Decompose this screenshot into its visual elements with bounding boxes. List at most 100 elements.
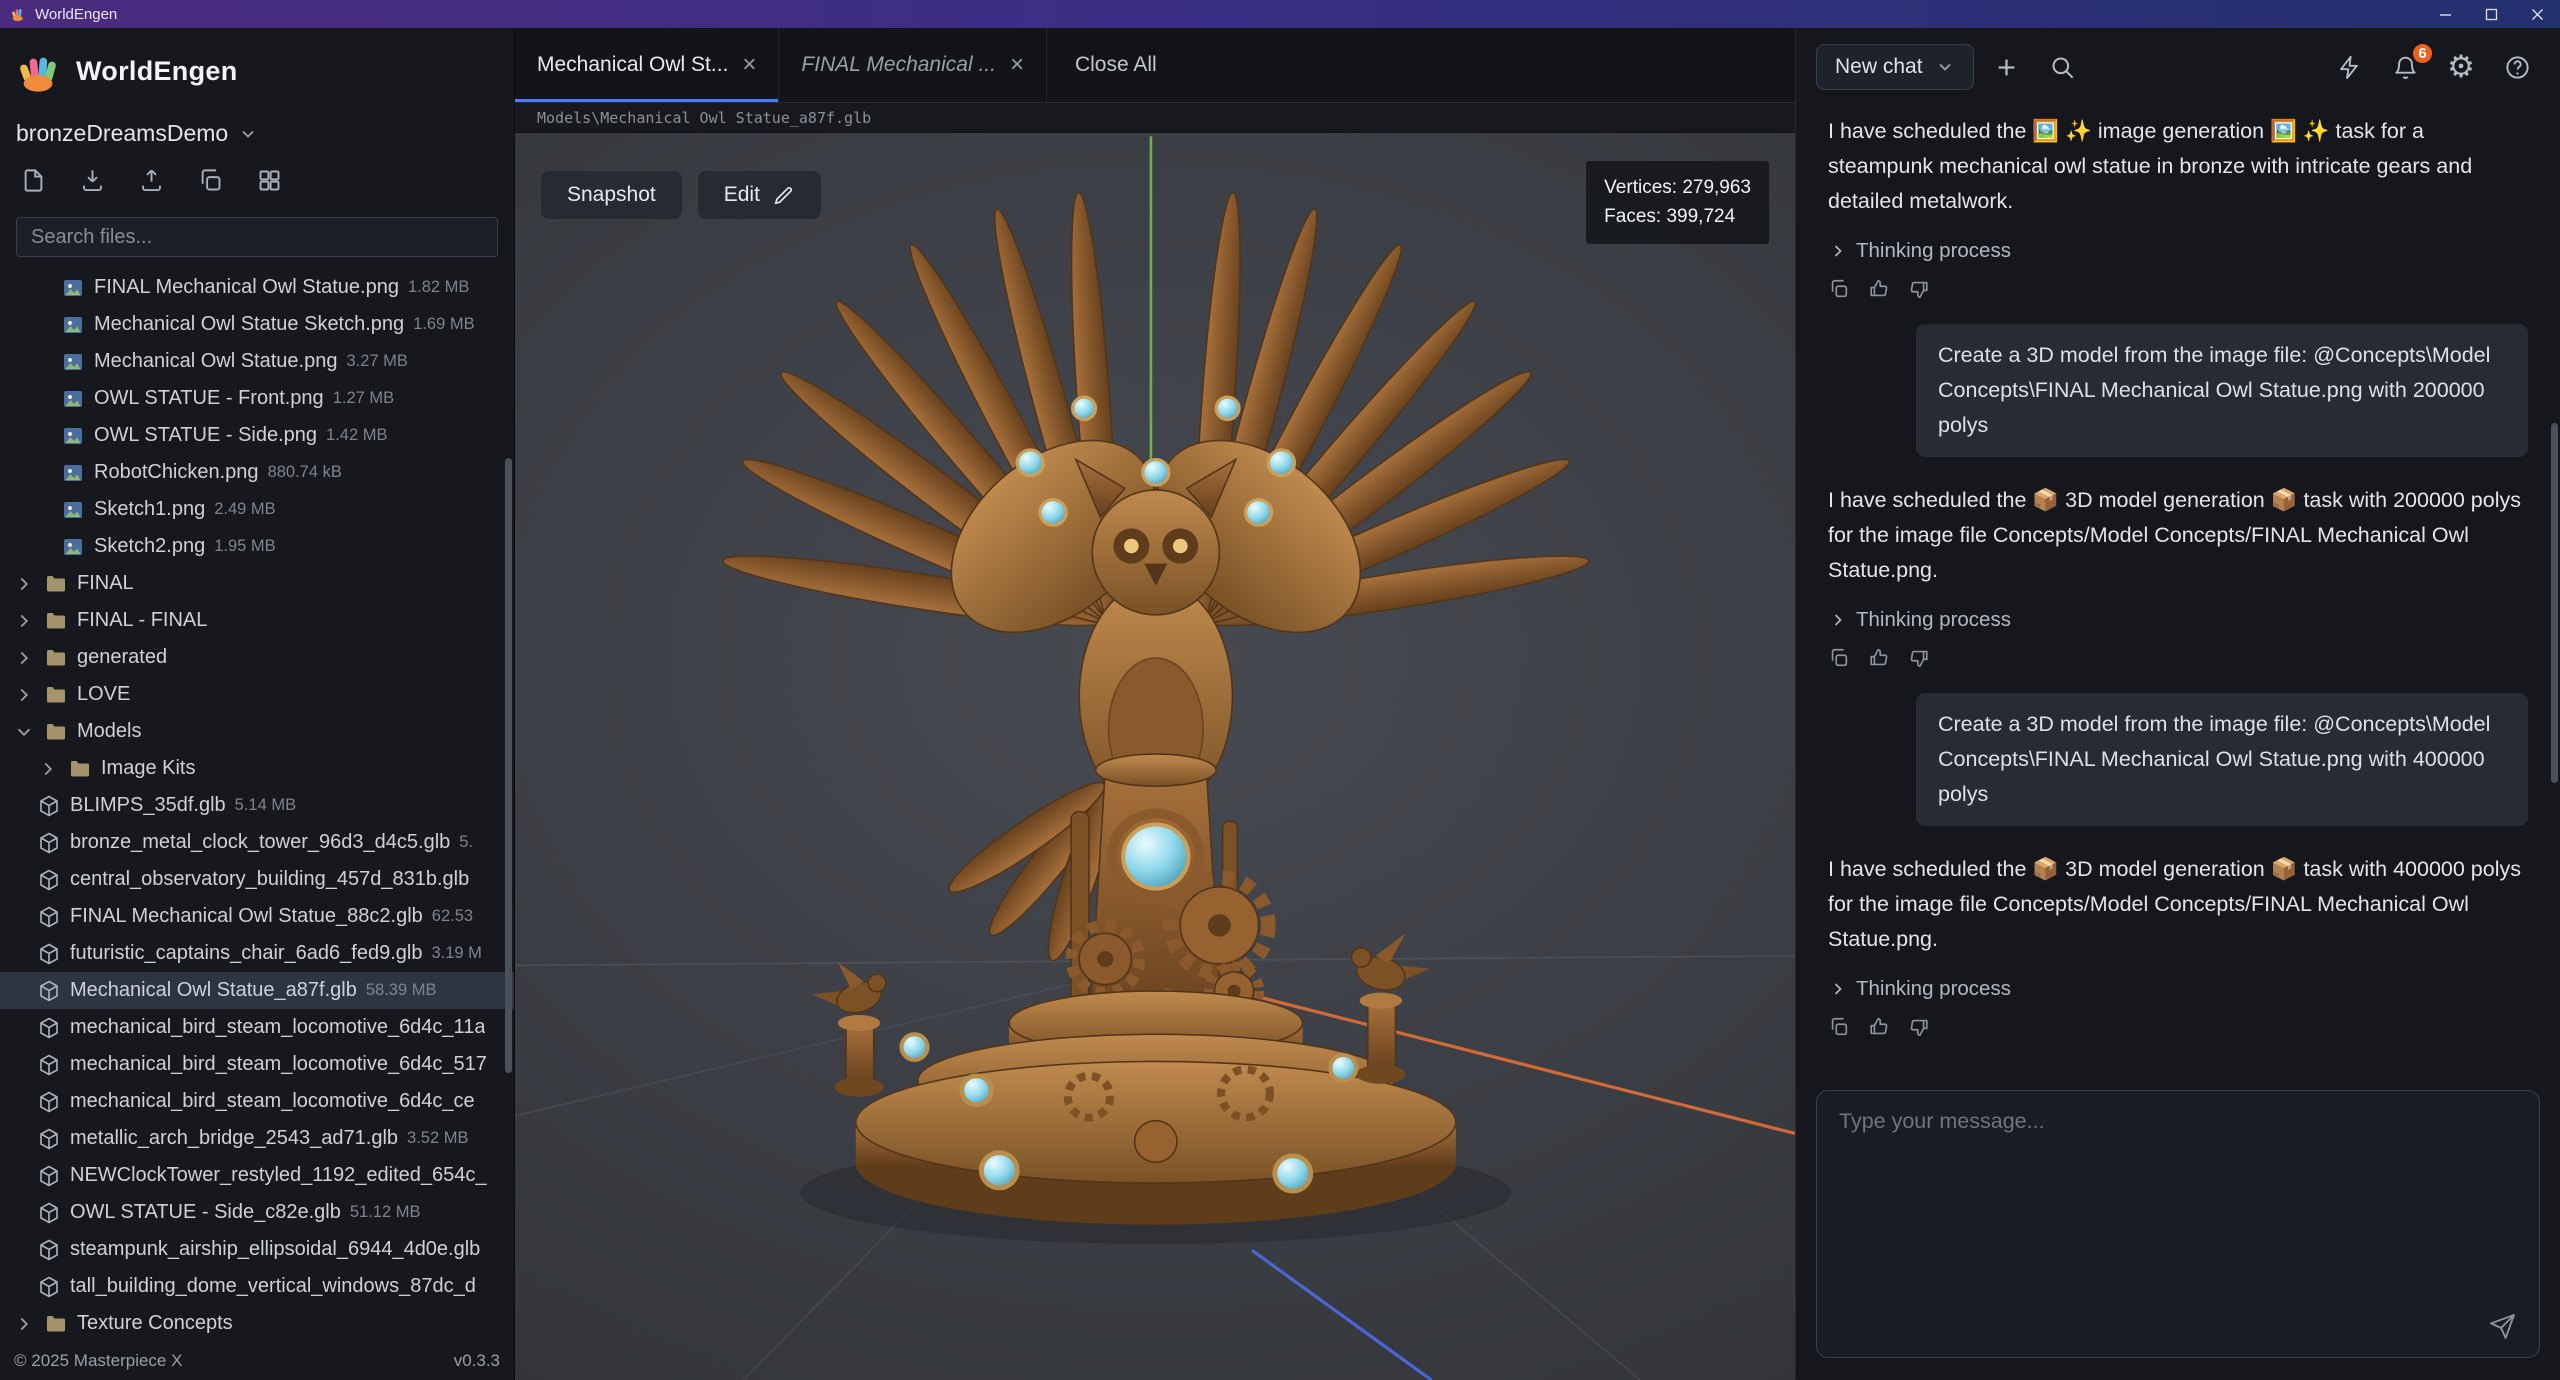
folder-icon [44,1312,68,1336]
model-file-icon [37,1164,61,1188]
file-row[interactable]: RobotChicken.png880.74 kB [0,454,514,491]
copy-icon[interactable] [1828,1016,1850,1038]
project-selector[interactable]: bronzeDreamsDemo [16,120,498,147]
minimize-button[interactable] [2422,0,2468,28]
send-button[interactable] [2482,1311,2523,1345]
file-row[interactable]: central_observatory_building_457d_831b.g… [0,861,514,898]
file-row[interactable]: mechanical_bird_steam_locomotive_6d4c_11… [0,1009,514,1046]
chevron-right-icon [13,1313,35,1335]
message-input[interactable] [1817,1091,2539,1357]
model-file-icon [37,1238,61,1262]
file-row[interactable]: Sketch1.png2.49 MB [0,491,514,528]
thumbs-up-icon[interactable] [1868,1016,1890,1038]
file-row[interactable]: mechanical_bird_steam_locomotive_6d4c_51… [0,1046,514,1083]
thinking-process-toggle[interactable]: Thinking process [1828,971,2528,1006]
notification-badge: 6 [2410,41,2435,66]
file-tree: FINAL Mechanical Owl Statue.png1.82 MBMe… [0,269,514,1342]
chevron-right-icon [37,758,59,780]
file-row[interactable]: Mechanical Owl Statue_a87f.glb 58.39 MB [0,972,514,1009]
chat-scrollbar[interactable] [2551,423,2558,783]
snapshot-button[interactable]: Snapshot [541,171,682,219]
close-tab-icon[interactable]: × [742,53,756,77]
tab-mechanical-owl-statue[interactable]: Mechanical Owl St... × [515,28,779,102]
thumbs-down-icon[interactable] [1908,647,1930,669]
model-file-icon [37,905,61,929]
file-row[interactable]: BLIMPS_35df.glb5.14 MB [0,787,514,824]
folder-row[interactable]: FINAL [0,565,514,602]
file-row[interactable]: tall_building_dome_vertical_windows_87dc… [0,1268,514,1305]
search-icon [2049,54,2076,81]
file-row[interactable]: bronze_metal_clock_tower_96d3_d4c5.glb5. [0,824,514,861]
folder-row[interactable]: generated [0,639,514,676]
folder-row[interactable]: LOVE [0,676,514,713]
sidebar-scrollbar[interactable] [505,458,512,1073]
add-chat-button[interactable] [1984,44,2030,90]
file-row[interactable]: FINAL Mechanical Owl Statue.png1.82 MB [0,269,514,306]
file-row[interactable]: Sketch2.png1.95 MB [0,528,514,565]
file-row[interactable]: OWL STATUE - Side.png1.42 MB [0,417,514,454]
duplicate-icon[interactable] [197,167,224,199]
file-row[interactable]: OWL STATUE - Front.png1.27 MB [0,380,514,417]
file-row[interactable]: futuristic_captains_chair_6ad6_fed9.glb3… [0,935,514,972]
zap-icon [2336,54,2363,81]
file-row[interactable]: metallic_arch_bridge_2543_ad71.glb3.52 M… [0,1120,514,1157]
file-row[interactable]: NEWClockTower_restyled_1192_edited_654c_ [0,1157,514,1194]
search-chats-button[interactable] [2040,44,2086,90]
edit-button[interactable]: Edit [698,171,821,219]
settings-button[interactable]: ⚙ [2438,44,2484,90]
thumbs-down-icon[interactable] [1908,278,1930,300]
file-row[interactable]: mechanical_bird_steam_locomotive_6d4c_ce [0,1083,514,1120]
thumbs-up-icon[interactable] [1868,278,1890,300]
close-tab-icon[interactable]: × [1010,53,1024,77]
download-icon[interactable] [79,167,106,199]
file-row[interactable]: OWL STATUE - Side_c82e.glb51.12 MB [0,1194,514,1231]
folder-row[interactable]: FINAL - FINAL [0,602,514,639]
file-sidebar: WorldEngen bronzeDreamsDemo FINAL Mec [0,28,515,1380]
plus-icon [1993,54,2020,81]
send-icon [2488,1312,2517,1341]
folder-row[interactable]: Image Kits [0,750,514,787]
model-file-icon [37,1201,61,1225]
image-file-icon [61,498,85,522]
chevron-right-icon [13,573,35,595]
file-name: futuristic_captains_chair_6ad6_fed9.glb [70,942,422,965]
editor-area: Mechanical Owl St... × FINAL Mechanical … [515,28,1795,1380]
file-name: FINAL - FINAL [77,609,207,632]
file-name: Mechanical Owl Statue_a87f.glb [70,979,357,1002]
thumbs-down-icon[interactable] [1908,1016,1930,1038]
new-chat-button[interactable]: New chat [1816,44,1974,90]
project-name: bronzeDreamsDemo [16,120,228,147]
file-row[interactable]: Mechanical Owl Statue.png3.27 MB [0,343,514,380]
file-row[interactable]: Mechanical Owl Statue Sketch.png1.69 MB [0,306,514,343]
new-file-icon[interactable] [20,167,47,199]
file-size: 58.39 MB [366,981,437,1000]
thinking-process-toggle[interactable]: Thinking process [1828,602,2528,637]
file-size: 3.52 MB [407,1129,468,1148]
notifications-button[interactable]: 6 [2382,44,2428,90]
tab-final-mechanical-owl[interactable]: FINAL Mechanical ... × [779,28,1047,102]
file-row[interactable]: FINAL Mechanical Owl Statue_88c2.glb62.5… [0,898,514,935]
copy-icon[interactable] [1828,647,1850,669]
activity-button[interactable] [2326,44,2372,90]
help-button[interactable] [2494,44,2540,90]
thinking-process-toggle[interactable]: Thinking process [1828,233,2528,268]
close-button[interactable] [2514,0,2560,28]
file-name: NEWClockTower_restyled_1192_edited_654c_ [70,1164,487,1187]
viewport-3d[interactable]: Snapshot Edit Vertices: 279,963 Faces: 3… [515,133,1795,1380]
worldengen-logo-icon [16,48,62,94]
folder-row[interactable]: Models [0,713,514,750]
file-row[interactable]: steampunk_airship_ellipsoidal_6944_4d0e.… [0,1231,514,1268]
thumbs-up-icon[interactable] [1868,647,1890,669]
file-name: Sketch2.png [94,535,205,558]
titlebar-title: WorldEngen [35,6,117,23]
folder-row[interactable]: Texture Concepts [0,1305,514,1342]
maximize-button[interactable] [2468,0,2514,28]
copy-icon[interactable] [1828,278,1850,300]
search-input[interactable] [16,217,498,257]
upload-icon[interactable] [138,167,165,199]
close-all-button[interactable]: Close All [1047,28,1185,102]
file-name: steampunk_airship_ellipsoidal_6944_4d0e.… [70,1238,480,1261]
image-file-icon [61,535,85,559]
grid-view-icon[interactable] [256,167,283,199]
assistant-message: I have scheduled the 🖼️ ✨ image generati… [1828,114,2528,300]
